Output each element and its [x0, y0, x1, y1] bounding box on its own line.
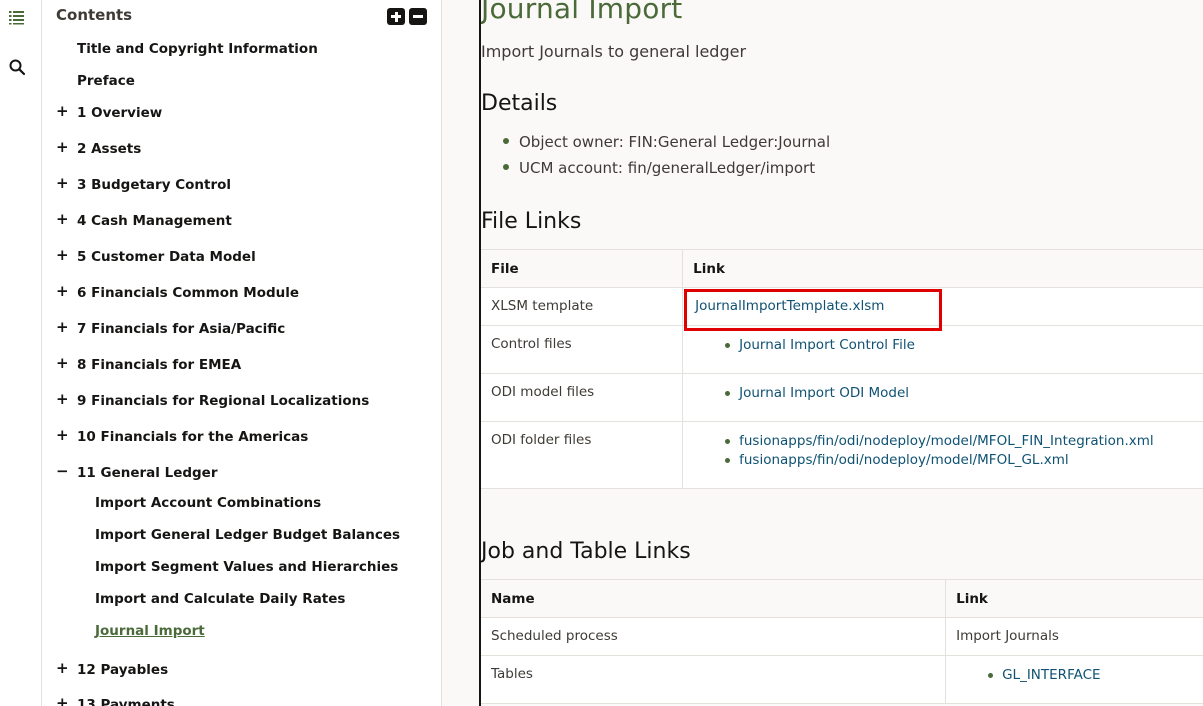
bullet-icon	[725, 439, 731, 444]
toc-item-cash-management[interactable]: 4 Cash Management	[77, 213, 232, 229]
table-row: Scheduled process Import Journals	[481, 617, 1203, 656]
file-links-table: File Link XLSM template JournalImportTem…	[481, 249, 1203, 489]
expand-toggle[interactable]: +	[56, 426, 69, 444]
details-heading: Details	[481, 91, 558, 116]
table-row: XLSM template JournalImportTemplate.xlsm	[481, 287, 1203, 326]
page-subtitle: Import Journals to general ledger	[481, 42, 747, 61]
toc-item-budgetary-control[interactable]: 3 Budgetary Control	[77, 177, 231, 193]
bullet-icon	[725, 458, 731, 463]
toc-panel: Contents Title and Copyright Information…	[42, 0, 442, 706]
toc-item-regional-localizations[interactable]: 9 Financials for Regional Localizations	[77, 393, 369, 409]
table-row: Control files Journal Import Control Fil…	[481, 325, 1203, 374]
toc-subitem-import-gl-budget-balances[interactable]: Import General Ledger Budget Balances	[95, 527, 400, 543]
toc-subitem-import-account-combinations[interactable]: Import Account Combinations	[95, 495, 321, 511]
toc-subitem-journal-import[interactable]: Journal Import	[95, 623, 205, 639]
column-header-link: Link	[682, 249, 1203, 288]
odi-model-link[interactable]: Journal Import ODI Model	[739, 385, 909, 401]
link-cell: fusionapps/fin/odi/nodeploy/model/MFOL_F…	[682, 421, 1203, 489]
bullet-icon	[988, 673, 994, 678]
file-cell: ODI model files	[481, 373, 684, 422]
expand-toggle[interactable]: +	[56, 354, 69, 372]
bullet-icon	[725, 391, 731, 396]
link-cell: JournalImportTemplate.xlsm	[682, 287, 1203, 326]
collapse-toggle[interactable]: −	[56, 462, 69, 480]
name-cell: Tables	[481, 655, 947, 704]
job-links-table: Name Link Scheduled process Import Journ…	[481, 579, 1203, 704]
list-icon[interactable]	[8, 8, 26, 26]
file-cell: XLSM template	[481, 287, 684, 326]
column-header-link: Link	[945, 579, 1203, 618]
toc-subitem-import-daily-rates[interactable]: Import and Calculate Daily Rates	[95, 591, 345, 607]
expand-toggle[interactable]: +	[56, 138, 69, 156]
toc-subitem-import-segment-values[interactable]: Import Segment Values and Hierarchies	[95, 559, 398, 575]
toc-item-general-ledger[interactable]: 11 General Ledger	[77, 465, 217, 481]
expand-toggle[interactable]: +	[56, 659, 69, 677]
name-cell: Scheduled process	[481, 617, 947, 656]
file-links-heading: File Links	[481, 209, 582, 234]
table-row: Tables GL_INTERFACE	[481, 655, 1203, 704]
icon-rail	[0, 0, 42, 706]
search-icon[interactable]	[8, 58, 26, 76]
list-item: Object owner: FIN:General Ledger:Journal	[503, 133, 830, 151]
toc-item-financials-apac[interactable]: 7 Financials for Asia/Pacific	[77, 321, 285, 337]
expand-toggle[interactable]: +	[56, 246, 69, 264]
job-links-heading: Job and Table Links	[481, 539, 691, 564]
odi-folder-link-integration[interactable]: fusionapps/fin/odi/nodeploy/model/MFOL_F…	[739, 433, 1154, 449]
column-header-file: File	[481, 249, 684, 288]
table-header-row: Name Link	[481, 579, 1203, 618]
toc-item-assets[interactable]: 2 Assets	[77, 141, 141, 157]
control-file-link[interactable]: Journal Import Control File	[739, 337, 915, 353]
toc-header: Contents	[56, 6, 133, 24]
table-row: ODI model files Journal Import ODI Model	[481, 373, 1203, 422]
toc-item-title-copyright[interactable]: Title and Copyright Information	[77, 41, 318, 57]
toc-item-payables[interactable]: 12 Payables	[77, 662, 168, 678]
bullet-icon	[725, 343, 731, 348]
link-cell: GL_INTERFACE	[945, 655, 1203, 704]
column-header-name: Name	[481, 579, 947, 618]
main-content: Journal Import Import Journals to genera…	[479, 0, 1203, 706]
link-cell: Journal Import Control File	[682, 325, 1203, 374]
page-title: Journal Import	[481, 0, 683, 25]
xlsm-template-link[interactable]: JournalImportTemplate.xlsm	[695, 298, 884, 314]
toc-item-preface[interactable]: Preface	[77, 73, 135, 89]
bullet-icon	[503, 163, 509, 170]
toc-item-financials-emea[interactable]: 8 Financials for EMEA	[77, 357, 241, 373]
expand-toggle[interactable]: +	[56, 102, 69, 120]
bullet-icon	[503, 137, 509, 144]
link-cell: Import Journals	[945, 617, 1203, 656]
toc-item-financials-americas[interactable]: 10 Financials for the Americas	[77, 429, 308, 445]
table-header-row: File Link	[481, 249, 1203, 288]
toc-item-payments[interactable]: 13 Payments	[77, 697, 175, 706]
expand-toggle[interactable]: +	[56, 282, 69, 300]
expand-toggle[interactable]: +	[56, 210, 69, 228]
odi-folder-link-gl[interactable]: fusionapps/fin/odi/nodeploy/model/MFOL_G…	[739, 452, 1069, 468]
file-cell: Control files	[481, 325, 684, 374]
toc-item-overview[interactable]: 1 Overview	[77, 105, 162, 121]
plus-box-icon[interactable]	[387, 8, 405, 25]
table-row: ODI folder files fusionapps/fin/odi/node…	[481, 421, 1203, 489]
minus-box-icon[interactable]	[409, 8, 427, 25]
expand-toggle[interactable]: +	[56, 174, 69, 192]
toc-item-financials-common[interactable]: 6 Financials Common Module	[77, 285, 299, 301]
expand-toggle[interactable]: +	[56, 390, 69, 408]
link-cell: Journal Import ODI Model	[682, 373, 1203, 422]
list-item: UCM account: fin/generalLedger/import	[503, 159, 815, 177]
toc-item-customer-data-model[interactable]: 5 Customer Data Model	[77, 249, 256, 265]
expand-toggle[interactable]: +	[56, 318, 69, 336]
expand-toggle[interactable]: +	[56, 694, 69, 706]
file-cell: ODI folder files	[481, 421, 684, 489]
panel-gutter	[442, 0, 479, 706]
gl-interface-link[interactable]: GL_INTERFACE	[1002, 667, 1100, 683]
